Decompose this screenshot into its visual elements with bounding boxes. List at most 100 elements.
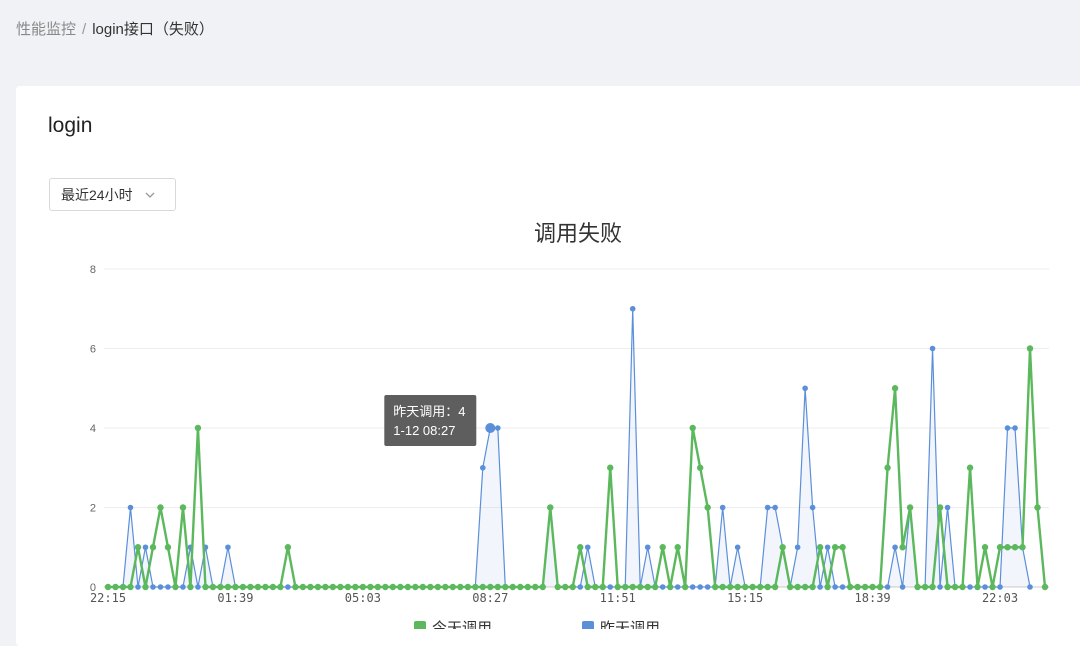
data-point[interactable] <box>1034 504 1041 511</box>
data-point[interactable] <box>929 583 936 591</box>
data-point[interactable] <box>629 583 636 591</box>
data-point[interactable] <box>337 583 344 591</box>
data-point[interactable] <box>966 464 974 471</box>
data-point[interactable] <box>734 583 741 591</box>
data-point[interactable] <box>1004 544 1011 551</box>
data-point[interactable] <box>479 583 486 591</box>
data-point[interactable] <box>532 583 539 591</box>
data-point[interactable] <box>1027 584 1033 590</box>
data-point[interactable] <box>1026 345 1034 352</box>
data-point[interactable] <box>187 583 194 591</box>
data-point[interactable] <box>891 385 899 392</box>
data-point[interactable] <box>809 504 816 511</box>
data-point[interactable] <box>277 583 284 591</box>
data-point[interactable] <box>172 583 179 591</box>
data-point[interactable] <box>480 464 486 471</box>
data-point[interactable] <box>622 583 629 591</box>
data-point[interactable] <box>494 425 501 431</box>
data-point[interactable] <box>1004 425 1011 431</box>
data-point[interactable] <box>195 584 201 590</box>
data-point[interactable] <box>839 544 846 551</box>
data-point[interactable] <box>119 583 127 591</box>
data-point[interactable] <box>404 583 412 591</box>
data-point[interactable] <box>652 583 659 591</box>
data-point[interactable] <box>502 583 509 591</box>
data-point[interactable] <box>1041 583 1049 591</box>
data-point[interactable] <box>142 583 149 591</box>
data-point[interactable] <box>157 584 164 590</box>
data-point[interactable] <box>884 464 891 471</box>
data-point[interactable] <box>937 584 943 590</box>
data-point[interactable] <box>180 584 186 590</box>
data-point[interactable] <box>442 583 449 591</box>
data-point[interactable] <box>674 584 681 590</box>
data-point[interactable] <box>397 583 404 591</box>
data-point[interactable] <box>974 583 981 591</box>
data-point[interactable] <box>772 504 778 511</box>
data-point[interactable] <box>794 583 801 591</box>
data-point[interactable] <box>996 544 1004 551</box>
data-point[interactable] <box>494 583 501 591</box>
data-point[interactable] <box>524 583 531 591</box>
data-point[interactable] <box>127 583 134 591</box>
data-point[interactable] <box>150 584 156 590</box>
data-point[interactable] <box>134 544 142 551</box>
data-point[interactable] <box>225 544 231 551</box>
data-point[interactable] <box>284 544 292 551</box>
data-point[interactable] <box>577 544 584 551</box>
data-point[interactable] <box>959 583 966 591</box>
data-point[interactable] <box>389 583 397 591</box>
data-point[interactable] <box>846 583 854 591</box>
data-point[interactable] <box>367 583 374 591</box>
data-point[interactable] <box>764 504 771 511</box>
data-point[interactable] <box>832 584 838 590</box>
data-point[interactable] <box>164 544 172 551</box>
data-point[interactable] <box>547 504 554 511</box>
data-point[interactable] <box>239 583 247 591</box>
data-point[interactable] <box>779 544 786 551</box>
data-point[interactable] <box>165 584 171 590</box>
data-point[interactable] <box>562 583 569 591</box>
data-point[interactable] <box>801 583 809 591</box>
data-point[interactable] <box>892 544 898 551</box>
data-point[interactable] <box>592 583 599 591</box>
data-point[interactable] <box>839 584 846 590</box>
data-point[interactable] <box>689 424 696 432</box>
data-point[interactable] <box>771 583 779 591</box>
data-point[interactable] <box>269 583 277 591</box>
data-point[interactable] <box>517 583 524 591</box>
data-point[interactable] <box>449 583 457 591</box>
data-point[interactable] <box>344 583 352 591</box>
data-point[interactable] <box>861 583 869 591</box>
data-point[interactable] <box>1012 425 1018 431</box>
data-point[interactable] <box>584 544 591 551</box>
data-point[interactable] <box>696 464 704 471</box>
data-point[interactable] <box>382 583 389 591</box>
data-point[interactable] <box>374 583 382 591</box>
data-point[interactable] <box>412 583 419 591</box>
data-point[interactable] <box>224 583 232 591</box>
data-point[interactable] <box>719 504 726 511</box>
data-point[interactable] <box>719 583 726 591</box>
data-point[interactable] <box>936 504 944 511</box>
data-point[interactable] <box>142 544 149 551</box>
data-point[interactable] <box>149 544 157 551</box>
data-point[interactable] <box>457 583 464 591</box>
data-point[interactable] <box>262 583 269 591</box>
data-point[interactable] <box>674 544 681 551</box>
data-point[interactable] <box>637 583 644 591</box>
data-point[interactable] <box>509 583 516 591</box>
data-point[interactable] <box>764 583 771 591</box>
data-point[interactable] <box>292 583 299 591</box>
data-point[interactable] <box>741 583 749 591</box>
data-point[interactable] <box>322 583 329 591</box>
data-point[interactable] <box>914 583 921 591</box>
data-point[interactable] <box>667 583 674 591</box>
data-point[interactable] <box>629 305 636 312</box>
data-point[interactable] <box>929 345 936 352</box>
data-point[interactable] <box>831 544 839 551</box>
data-point[interactable] <box>817 584 823 590</box>
data-point[interactable] <box>307 583 314 591</box>
data-point[interactable] <box>644 583 651 591</box>
data-point[interactable] <box>734 544 741 551</box>
